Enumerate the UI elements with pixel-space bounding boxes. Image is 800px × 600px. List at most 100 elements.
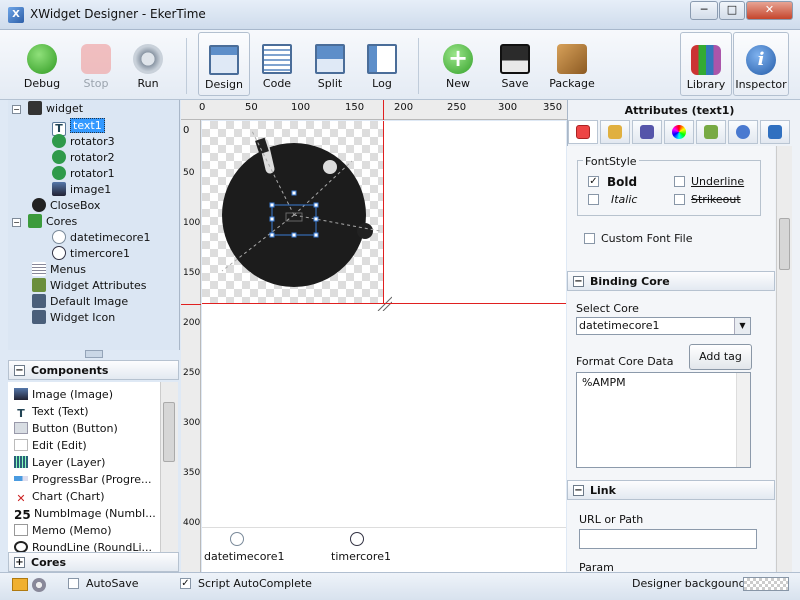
resize-handle[interactable] [269, 202, 275, 208]
bold-checkbox[interactable]: ✓ [588, 176, 599, 187]
resize-handle[interactable] [313, 202, 319, 208]
components-header[interactable]: − Components [8, 360, 179, 380]
script-autocomplete-checkbox[interactable]: ✓ [180, 578, 191, 589]
core-components-strip: datetimecore1 timercore1 [202, 527, 566, 572]
tree-item-widget-attributes[interactable]: Widget Attributes [32, 278, 147, 294]
collapse-handle[interactable] [85, 350, 103, 358]
inspector-button[interactable]: i Inspector [733, 32, 789, 96]
list-item[interactable]: Image (Image) [14, 386, 113, 403]
minute-dot[interactable] [357, 223, 373, 239]
new-button[interactable]: + New [432, 32, 484, 96]
tree-item-widget[interactable]: widget [28, 101, 83, 117]
log-button[interactable]: Log [356, 32, 408, 96]
list-item[interactable]: ✕ Chart (Chart) [14, 488, 104, 505]
debug-button[interactable]: Debug [16, 32, 68, 96]
tree-item-datetimecore1[interactable]: datetimecore1 [52, 230, 150, 246]
resize-handle[interactable] [291, 190, 297, 196]
scrollbar-thumb[interactable] [163, 402, 175, 462]
close-button[interactable]: ✕ [746, 1, 793, 20]
app-icon: X [8, 7, 24, 23]
tree-label: Widget Icon [50, 311, 116, 324]
tree-item-widget-icon[interactable]: Widget Icon [32, 310, 115, 326]
list-item[interactable]: Edit (Edit) [14, 437, 87, 454]
tree-item-timercore1[interactable]: timercore1 [52, 246, 130, 262]
stopwatch-icon[interactable] [350, 532, 364, 546]
widget-preview[interactable] [202, 121, 392, 311]
tree-item-default-image[interactable]: Default Image [32, 294, 128, 310]
resize-handle[interactable] [291, 232, 297, 238]
tree-label: Widget Attributes [50, 279, 147, 292]
stop-label: Stop [83, 77, 109, 90]
minimize-button[interactable]: ─ [690, 1, 718, 20]
strikeout-checkbox[interactable] [674, 194, 685, 205]
save-button[interactable]: Save [489, 32, 541, 96]
tree-item-image1[interactable]: image1 [52, 182, 111, 198]
run-button[interactable]: Run [122, 32, 174, 96]
widget-icon [28, 101, 42, 115]
tree-item-rotator3[interactable]: rotator3 [52, 134, 115, 150]
split-button[interactable]: Split [304, 32, 356, 96]
custom-font-label: Custom Font File [601, 232, 693, 245]
binding-core-header[interactable]: − Binding Core [567, 271, 775, 291]
tab-effects[interactable] [696, 120, 726, 144]
list-item[interactable]: 25 NumbImage (NumbI... [14, 505, 156, 522]
tree-item-rotator2[interactable]: rotator2 [52, 150, 115, 166]
add-tag-button[interactable]: Add tag [689, 344, 752, 370]
design-button[interactable]: Design [198, 32, 250, 96]
tree-item-text1[interactable]: Ttext1 [52, 118, 105, 136]
resize-handle[interactable] [269, 216, 275, 222]
cores-header[interactable]: + Cores [8, 552, 179, 572]
strikeout-label: Strikeout [691, 193, 741, 206]
format-core-textarea[interactable]: %AMPM [576, 372, 751, 468]
library-button[interactable]: Library [680, 32, 732, 96]
clock-icon[interactable] [230, 532, 244, 546]
expand-toggle[interactable]: − [12, 218, 21, 227]
widget-resize-grip[interactable] [377, 296, 392, 311]
resize-handle[interactable] [269, 232, 275, 238]
scrollbar-thumb[interactable] [779, 218, 790, 270]
resize-handle[interactable] [313, 232, 319, 238]
underline-checkbox[interactable] [674, 176, 685, 187]
tree-item-menus[interactable]: Menus [32, 262, 86, 278]
gear-icon[interactable] [32, 578, 46, 592]
list-item[interactable]: Button (Button) [14, 420, 118, 437]
list-item[interactable]: Memo (Memo) [14, 522, 112, 539]
tree-item-closebox[interactable]: CloseBox [32, 198, 100, 214]
list-item[interactable]: ProgressBar (Progre... [14, 471, 152, 488]
tab-shape[interactable] [632, 120, 662, 144]
code-button[interactable]: Code [251, 32, 303, 96]
ruler-tick-label: 150 [345, 102, 365, 113]
list-item[interactable]: Layer (Layer) [14, 454, 105, 471]
maximize-button[interactable]: □ [719, 1, 745, 20]
tab-color[interactable] [664, 120, 694, 144]
folder-icon[interactable] [12, 578, 28, 591]
chevron-down-icon[interactable]: ▼ [734, 318, 750, 334]
designer-background-label: Designer backgound [632, 577, 746, 590]
list-item[interactable]: RoundLine (RoundLi... [14, 539, 152, 552]
components-scrollbar[interactable] [160, 382, 178, 552]
tab-3d[interactable] [760, 120, 790, 144]
expand-toggle[interactable]: − [12, 105, 21, 114]
resize-handle[interactable] [313, 216, 319, 222]
rotator-icon [52, 150, 66, 164]
tab-size[interactable] [600, 120, 630, 144]
custom-font-checkbox[interactable] [584, 233, 595, 244]
list-item[interactable]: T Text (Text) [14, 403, 88, 420]
tab-general[interactable] [568, 120, 598, 144]
url-input[interactable] [579, 529, 757, 549]
second-dot[interactable] [323, 160, 337, 174]
tree-item-rotator1[interactable]: rotator1 [52, 166, 115, 182]
stop-button[interactable]: Stop [70, 32, 122, 96]
inspector-scrollbar[interactable] [776, 146, 792, 572]
package-button[interactable]: Package [545, 32, 599, 96]
ruler-tick-label: 0 [183, 125, 190, 136]
background-swatch[interactable] [743, 577, 789, 591]
textarea-scrollbar[interactable] [736, 373, 750, 467]
italic-checkbox[interactable] [588, 194, 599, 205]
ruler-icon [608, 125, 622, 139]
tab-events[interactable] [728, 120, 758, 144]
select-core-dropdown[interactable]: datetimecore1 ▼ [576, 317, 751, 335]
link-header[interactable]: − Link [567, 480, 775, 500]
autosave-checkbox[interactable] [68, 578, 79, 589]
tree-item-cores[interactable]: Cores [28, 214, 77, 230]
